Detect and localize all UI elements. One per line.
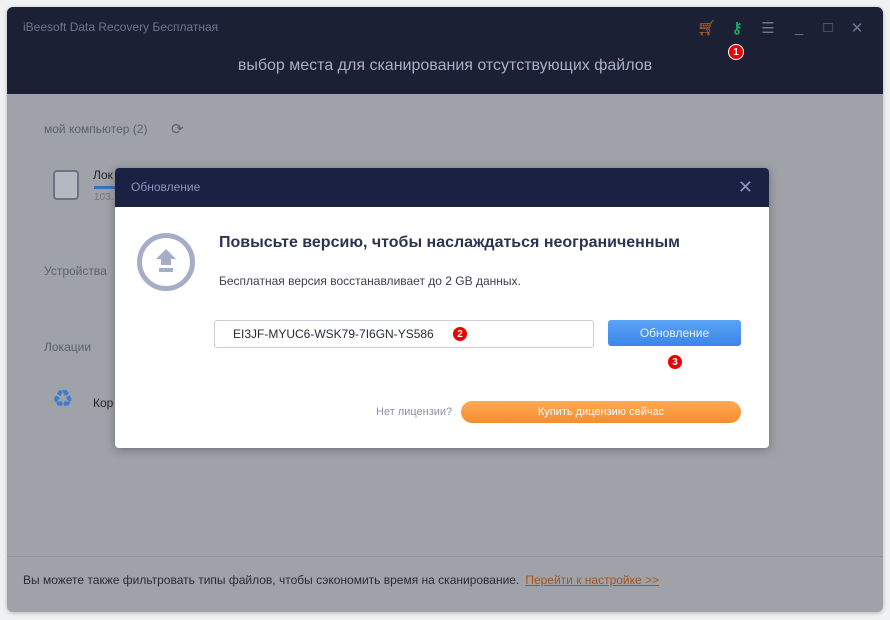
app-title: iBeesoft Data Recovery Бесплатная [23, 20, 219, 34]
recycle-bin-label[interactable]: Кор [93, 396, 113, 410]
minimize-icon[interactable]: _ [790, 19, 808, 36]
drive-name[interactable]: Лок [93, 168, 113, 182]
drive-icon [53, 170, 79, 200]
buy-license-button[interactable]: Купить дицензию сейчас [461, 401, 741, 423]
locations-label: Локации [44, 340, 92, 354]
dialog-title: Обновление [131, 180, 201, 194]
maximize-icon[interactable]: □ [819, 19, 837, 36]
key-icon[interactable]: ⚷ [728, 19, 746, 37]
dialog-heading: Повысьте версию, чтобы наслаждаться неог… [219, 234, 681, 251]
settings-link[interactable]: Перейти к настройке >> [525, 573, 659, 587]
page-title: выбор места для сканирования отсутствующ… [237, 57, 653, 74]
dialog-subtitle: Бесплатная версия восстанавливает до 2 G… [219, 274, 521, 288]
upgrade-button[interactable]: Обновление [608, 320, 741, 346]
license-key-input[interactable] [214, 320, 594, 348]
cart-icon[interactable]: 🛒︎ [697, 19, 716, 37]
footer-text: Вы можете также фильтровать типы файлов,… [23, 573, 659, 587]
title-bar: iBeesoft Data Recovery Бесплатная 🛒︎ ⚷ ☰… [7, 7, 883, 94]
step-badge-3: 3 [667, 354, 683, 370]
upgrade-dialog: Обновление ✕ Повысьте версию, чтобы насл… [115, 168, 769, 448]
no-license-label: Нет лицензии? [376, 406, 453, 418]
menu-icon[interactable]: ☰ [759, 19, 777, 37]
footer-hint: Вы можете также фильтровать типы файлов,… [23, 573, 520, 587]
recycle-bin-icon: ♻ [52, 386, 74, 413]
drive-size: 103. [94, 192, 114, 203]
devices-label: Устройства [44, 264, 107, 278]
drive-usage-bar [94, 186, 116, 189]
footer-divider [7, 556, 883, 557]
dialog-header: Обновление ✕ [115, 168, 769, 207]
my-computer-label: мой компьютер (2) [44, 122, 148, 136]
upgrade-icon [137, 233, 195, 291]
step-badge-2: 2 [452, 326, 468, 342]
close-icon[interactable]: ✕ [848, 19, 866, 37]
dialog-close-icon[interactable]: ✕ [738, 177, 753, 198]
refresh-icon[interactable]: ⟳ [171, 120, 184, 138]
